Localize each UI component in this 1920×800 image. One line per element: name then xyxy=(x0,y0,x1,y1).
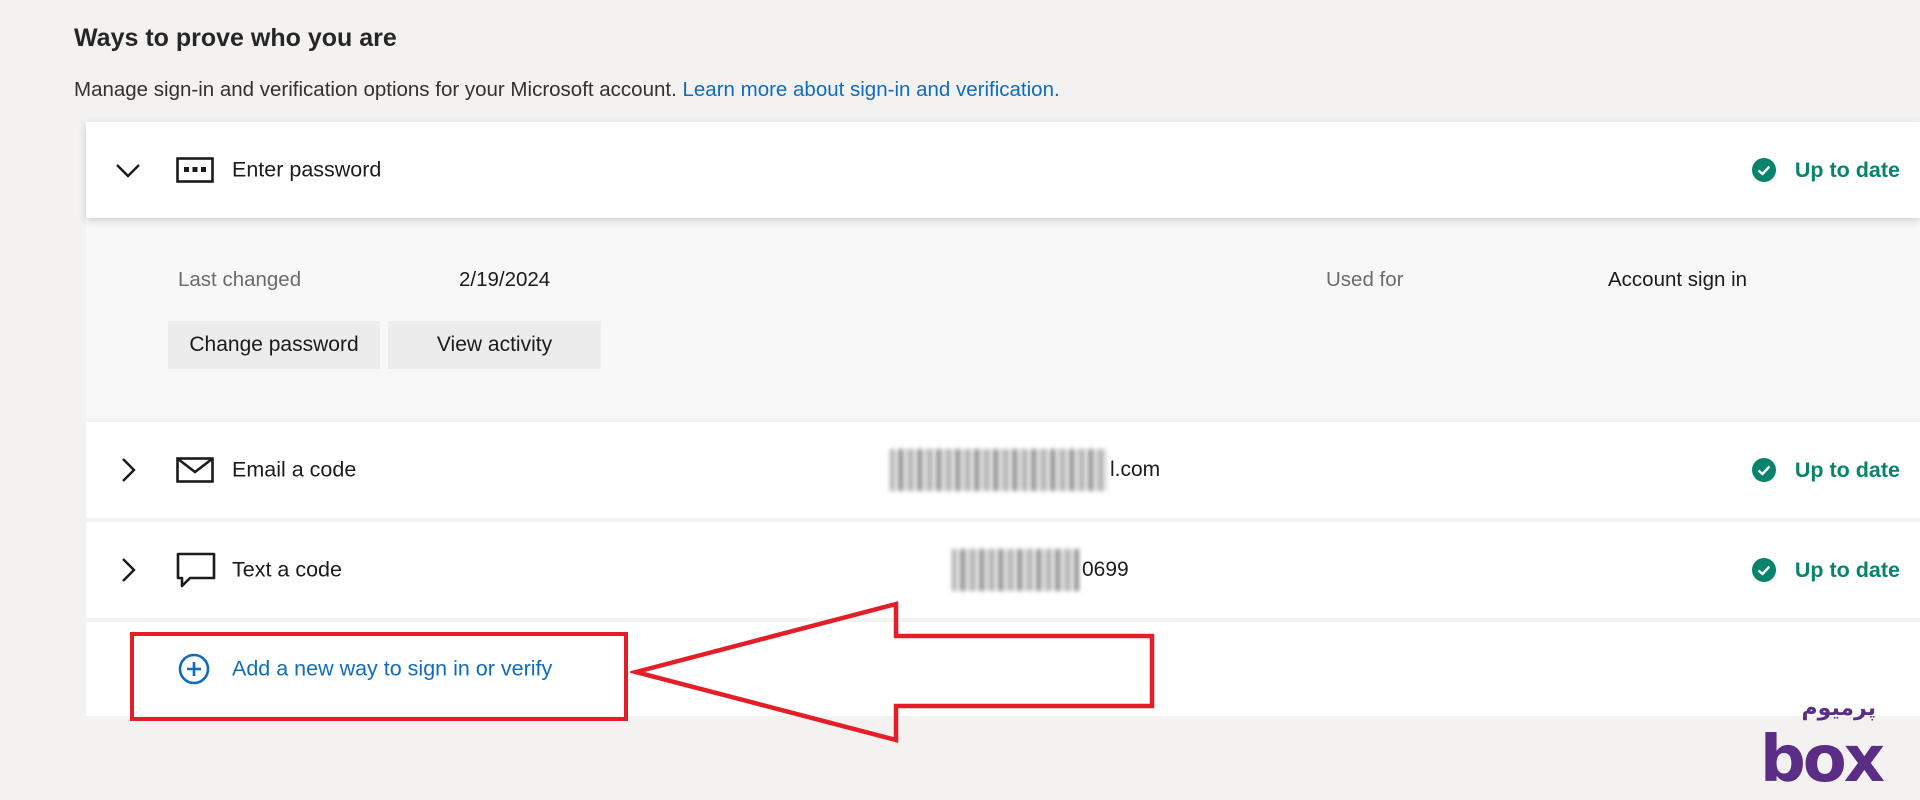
watermark-brand-text: box xyxy=(1759,723,1885,797)
annotation-arrow xyxy=(630,601,1155,743)
status-text: Up to date xyxy=(1794,157,1900,182)
learn-more-link[interactable]: Learn more about sign-in and verificatio… xyxy=(682,78,1059,101)
watermark-persian-text: پرمیوم xyxy=(1801,696,1876,721)
masked-phone: 0699 xyxy=(952,549,1129,591)
view-activity-button[interactable]: View activity xyxy=(388,321,601,369)
check-circle-icon xyxy=(1751,158,1776,182)
redaction-blur xyxy=(890,449,1108,491)
used-for-label: Used for xyxy=(1326,268,1404,291)
status-badge: Up to date xyxy=(1751,457,1900,483)
method-label: Enter password xyxy=(232,157,382,182)
description-text: Manage sign-in and verification options … xyxy=(74,78,677,101)
last-changed-value: 2/19/2024 xyxy=(459,268,551,291)
change-password-button[interactable]: Change password xyxy=(168,321,380,369)
password-details-panel: Last changed 2/19/2024 Used for Account … xyxy=(86,218,1920,418)
page-description: Manage sign-in and verification options … xyxy=(74,78,1060,102)
chevron-right-icon[interactable] xyxy=(114,556,142,584)
watermark-logo: پرمیوم box xyxy=(1742,696,1885,797)
chevron-down-icon[interactable] xyxy=(114,156,142,184)
redaction-blur xyxy=(952,549,1080,591)
page-title: Ways to prove who you are xyxy=(74,24,397,52)
annotation-highlight-box xyxy=(130,632,628,721)
check-circle-icon xyxy=(1751,458,1776,482)
check-circle-icon xyxy=(1751,558,1776,582)
last-changed-label: Last changed xyxy=(178,268,302,291)
password-icon xyxy=(176,157,214,183)
used-for-value: Account sign in xyxy=(1608,268,1748,291)
status-text: Up to date xyxy=(1794,557,1900,582)
status-badge: Up to date xyxy=(1751,557,1900,583)
method-row-email[interactable]: Email a code l.com Up to date xyxy=(86,422,1920,518)
masked-email: l.com xyxy=(890,449,1160,491)
status-badge: Up to date xyxy=(1751,157,1900,183)
method-label: Email a code xyxy=(232,457,357,482)
chat-icon xyxy=(176,552,216,588)
masked-email-suffix: l.com xyxy=(1110,458,1161,481)
status-text: Up to date xyxy=(1794,457,1900,482)
method-label: Text a code xyxy=(232,557,342,582)
method-row-password[interactable]: Enter password Up to date xyxy=(86,122,1920,218)
masked-phone-suffix: 0699 xyxy=(1082,558,1129,581)
mail-icon xyxy=(176,457,214,483)
chevron-right-icon[interactable] xyxy=(114,456,142,484)
